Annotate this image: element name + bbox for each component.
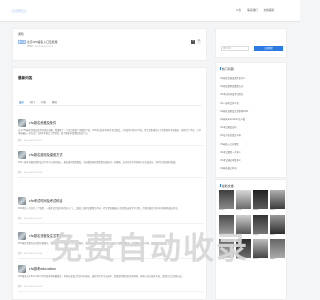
thumbnail-image (236, 239, 251, 258)
article-thumb[interactable]: cfa考试 (236, 190, 251, 213)
hot-questions-panel: 热门问题 cfa报名资格及条件是什么 cfa报名费用及缴费方式 cfa考试时间及… (215, 62, 287, 178)
article-thumb[interactable]: cfa证书 (236, 239, 251, 262)
article-thumb[interactable]: cfa报名 (219, 190, 234, 213)
hot-question-link[interactable]: cfa证书含金量怎么样 (220, 132, 284, 140)
article-thumbnail-grid: cfa报名 cfa考试 cfa费用 cfa科目 cfa资格 cfa条件 cfa流… (219, 190, 285, 262)
thumbnail-image (253, 190, 268, 209)
latest-articles-heading: 最新文章 (221, 184, 234, 188)
thumb-caption: cfa条件 (236, 234, 242, 236)
recommend-badge: 荐 (191, 40, 196, 44)
thumb-caption: cfa资格 (219, 234, 225, 236)
list-item[interactable]: cfa报考education CFA报考对于Education学历要求有明确规定… (18, 264, 203, 292)
list-item[interactable]: cfa考试时间及考试科目 CFA考试一共分为三个级别，一级考试涉及的科目有十门，… (18, 196, 203, 224)
panel-title: 最新问答 (18, 76, 33, 80)
hot-questions-heading: 热门问题 (221, 67, 234, 71)
post-excerpt: CFA考试一共分为三个级别，一级考试涉及的科目有十门，二级和三级考试侧重点不同，… (18, 207, 180, 210)
article-thumb[interactable]: cfa流程 (253, 214, 268, 238)
list-item[interactable]: cfa报名流程及注意事项2021 CFA报名需要先在官网注册账号，然后填写个人信… (18, 231, 203, 259)
thumbnail-image (270, 214, 285, 234)
thumb-caption: cfa时间 (270, 234, 276, 236)
thumb-caption: cfa科目 (270, 210, 276, 211)
article-thumb[interactable]: cfa通过 (270, 239, 285, 262)
article-thumb[interactable]: cfa费用 (253, 190, 268, 213)
thumbnail-image (270, 239, 285, 258)
thumbnail-image (236, 190, 251, 209)
article-thumb[interactable]: cfa资格 (219, 214, 234, 238)
thumb-caption: cfa考试 (236, 210, 242, 211)
hot-question-link[interactable]: cfa报名入口在哪里 (220, 141, 284, 149)
post-title-link[interactable]: cfa报名流程及注意事项2021 (29, 233, 71, 238)
post-title-link[interactable]: cfa报名费用及缴费方式 (29, 152, 63, 157)
article-thumb[interactable]: cfa入口 (253, 239, 268, 262)
thumb-caption: cfa证书 (236, 259, 242, 260)
search-input[interactable]: 搜索问答 (221, 46, 249, 51)
thumbnail-image (219, 239, 234, 258)
tabs-divider (17, 105, 202, 106)
thumbnail-image (219, 214, 234, 234)
hot-question-link[interactable]: cfa报考education怎么填 (220, 116, 284, 124)
thumb-caption: cfa流程 (253, 234, 259, 236)
avatar (18, 119, 26, 127)
post-title-link[interactable]: cfa考试时间及考试科目 (29, 198, 63, 203)
post-excerpt: CFA一级考试报名费用会分为早鸟价和常规价，报名越早费用越低，注册费和报名费需要… (18, 161, 178, 164)
search-button[interactable]: 立即搜索 (254, 46, 283, 51)
nav-link-announcement[interactable]: 公告 (236, 8, 241, 12)
article-thumb[interactable]: cfa时间 (270, 214, 285, 238)
notice-meta: 管理员 · 2021-05-07 15:13 (27, 46, 53, 48)
latest-articles-panel: 最新文章 cfa报名 cfa考试 cfa费用 cfa科目 cfa资格 cfa条件… (215, 179, 287, 300)
article-thumb[interactable]: cfa难度 (219, 239, 234, 262)
thumb-caption: cfa通过 (270, 259, 276, 260)
site-logo[interactable]: —— (11, 9, 27, 13)
post-title-link[interactable]: cfa报考education (29, 266, 56, 271)
list-item[interactable]: cfa报名费用及缴费方式 CFA一级考试报名费用会分为早鸟价和常规价，报名越早费… (18, 150, 203, 178)
hot-question-link[interactable]: cfa报名资格及条件是什么 (220, 75, 284, 83)
nav-link-contact[interactable]: 联系我们 (247, 8, 257, 12)
hot-question-link[interactable]: cfa考试时间及考试科目 (220, 91, 284, 99)
article-thumb[interactable]: cfa科目 (270, 190, 285, 213)
search-panel: 搜索问答 立即搜索 (215, 28, 287, 58)
avatar (18, 265, 26, 273)
post-meta: 匿名 · 2021-05-07 15:03 (18, 286, 42, 288)
hot-question-link[interactable]: cfa报名截止时间 (220, 165, 284, 173)
hot-question-link[interactable]: cfa考试难度如何 (220, 124, 284, 132)
post-title-link[interactable]: cfa报名资格及条件 (29, 120, 56, 125)
hot-question-link[interactable]: cfa考试费用一共多少 (220, 149, 284, 157)
post-excerpt: CFA报名需要先在官网注册账号，然后填写个人信息并上传证件照片，选择考试地点和考… (18, 242, 171, 245)
avatar (18, 232, 26, 240)
thumbnail-image (236, 214, 251, 234)
hot-question-link[interactable]: cfa报名费用及缴费方式 (220, 83, 284, 91)
thumbnail-image (219, 190, 234, 209)
thumb-caption: cfa费用 (253, 210, 259, 211)
post-meta: 匿名 · 2021-05-07 15:05 (18, 218, 42, 220)
top-navigation-bar: —— 公告 联系我们 在线投稿 (0, 0, 300, 22)
post-excerpt: CFA报考对于Education学历要求有明确规定，本科在读或已毕业均可报名，国… (18, 275, 184, 278)
notice-panel: 通知 置顶 北京CFA报名入口及费用 管理员 · 2021-05-07 15:1… (12, 28, 207, 61)
hot-badge: 热 (196, 40, 201, 44)
notice-title-link[interactable]: 北京CFA报名入口及费用 (27, 40, 57, 44)
top-nav-links: 公告 联系我们 在线投稿 (236, 8, 274, 12)
avatar (18, 151, 26, 159)
post-meta: 匿名 · 2021-05-07 15:06 (18, 172, 42, 174)
thumbnail-image (253, 214, 268, 234)
latest-qa-panel: 最新问答 最新 热门 问答 解惑 cfa报名资格及条件 关于CFA报名资格及条件… (12, 67, 207, 300)
thumbnail-image (253, 239, 268, 258)
post-meta: 匿名 · 2021-05-07 15:07 (18, 140, 42, 142)
avatar (18, 197, 26, 205)
post-excerpt: 关于CFA报名资格及条件的相关问题，我整理了一下给大家做个详细的介绍。CFA考试… (18, 129, 201, 136)
thumb-caption: cfa报名 (219, 210, 225, 211)
thumbnail-image (270, 190, 285, 209)
hot-question-link[interactable]: cfa考试通过率是多少 (220, 157, 284, 165)
notice-heading: 通知 (18, 32, 24, 36)
nav-link-submit[interactable]: 在线投稿 (264, 8, 274, 12)
list-item[interactable]: cfa报名资格及条件 关于CFA报名资格及条件的相关问题，我整理了一下给大家做个… (18, 118, 203, 146)
hot-questions-list: cfa报名资格及条件是什么 cfa报名费用及缴费方式 cfa考试时间及考试科目 … (220, 75, 284, 173)
hot-question-link[interactable]: cfa报名流程及注意事项2021 (220, 108, 284, 116)
post-meta: 匿名 · 2021-05-07 15:04 (18, 253, 42, 255)
hot-question-link[interactable]: cfa一级考试多少钱 (220, 100, 284, 108)
thumb-caption: cfa入口 (253, 259, 259, 260)
article-thumb[interactable]: cfa条件 (236, 214, 251, 238)
thumb-caption: cfa难度 (219, 259, 225, 260)
notice-row[interactable]: 置顶 北京CFA报名入口及费用 管理员 · 2021-05-07 15:13 荐… (18, 40, 201, 52)
pinned-tag: 置顶 (18, 40, 27, 44)
